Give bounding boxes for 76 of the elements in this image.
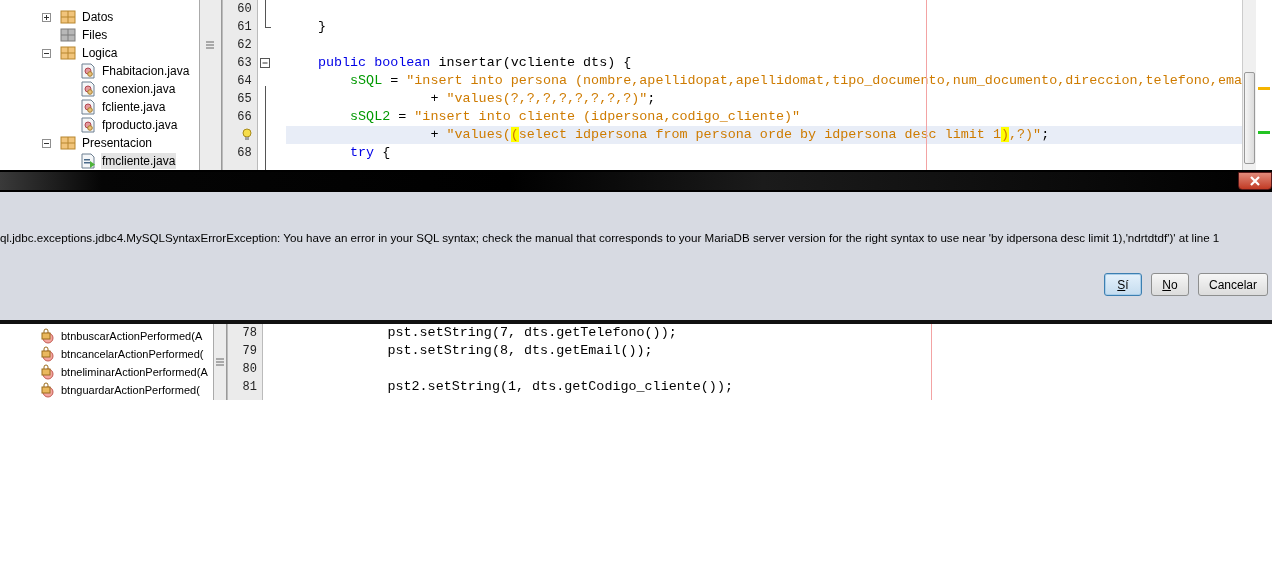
code-text: { (382, 145, 391, 160)
line-number: 81 (242, 380, 257, 394)
navigator-item[interactable]: btnguardarActionPerformed( (60, 383, 201, 397)
code-text: + (429, 127, 440, 142)
code-text: pst.setString(8, dts.getEmail()); (386, 343, 653, 358)
dialog-button[interactable]: Cancelar (1197, 273, 1268, 296)
code-text: = (389, 73, 400, 88)
keyword-text: try (349, 145, 376, 160)
tree-item[interactable]: conexion.java (101, 81, 177, 97)
close-button[interactable] (1238, 172, 1272, 190)
tree-item[interactable]: Fhabitacion.java (101, 63, 191, 79)
code-text: pst2.setString(1, dts.getCodigo_cliente()); (386, 379, 733, 394)
field-text: sSQL2 (349, 109, 391, 124)
tree-item[interactable]: Logica (81, 45, 119, 61)
lock-method-icon (39, 328, 55, 344)
navigator-item[interactable]: btncancelarActionPerformed( (60, 347, 205, 361)
navigator-item[interactable]: btneliminarActionPerformed(A (60, 365, 209, 379)
java-file-icon (80, 117, 96, 133)
error-message: ql.jdbc.exceptions.jdbc4.MySQLSyntaxErrorException: You have an error in your SQL syntax; check the manual that corresponds to your MariaDB server version for the right syntax to use near 'by idpersona desc limit 1),'ndrtdtdf')' at line 1 (0, 231, 1221, 244)
tree-item[interactable]: Datos (81, 9, 115, 25)
code-text: = (397, 109, 408, 124)
line-number: 66 (237, 110, 252, 124)
field-text: sSQL (349, 73, 383, 88)
scrollbar[interactable] (1242, 0, 1256, 170)
line-number: 63 (237, 56, 252, 70)
bracket-match: ( (510, 127, 519, 142)
line-number: 61 (237, 20, 252, 34)
grip-icon[interactable] (206, 41, 215, 49)
line-number: 65 (237, 92, 252, 106)
java-file-icon (80, 81, 96, 97)
line-number: 60 (237, 2, 252, 16)
lock-method-icon (39, 346, 55, 362)
code-text: } (316, 19, 326, 34)
package-icon (60, 135, 76, 151)
keyword-text: public boolean (316, 55, 432, 70)
code-text: pst.setString(7, dts.getTelefono()); (386, 325, 677, 340)
string-text: "insert into persona (nombre,apellidopat,apellidomat,tipo_documento,num_documento,direccion,telefono,ema (406, 73, 1242, 88)
code-text: ; (647, 91, 656, 106)
line-number: 80 (242, 362, 257, 376)
code-text: ; (1041, 127, 1050, 142)
tree-item[interactable]: fcliente.java (101, 99, 167, 115)
lock-method-icon (39, 382, 55, 398)
line-number: 79 (242, 344, 257, 358)
string-text: ,?)" (1009, 127, 1042, 142)
scroll-thumb[interactable] (1244, 72, 1255, 164)
tree-item[interactable]: Presentacion (81, 135, 154, 151)
string-text: "insert into cliente (idpersona,codigo_cliente)" (414, 109, 801, 124)
package-icon (60, 27, 76, 43)
dialog-button[interactable]: Sí (1103, 273, 1142, 296)
expander-icon[interactable] (42, 138, 51, 148)
string-text: "values( (446, 127, 511, 142)
lightbulb-icon[interactable] (241, 128, 252, 142)
package-icon (60, 45, 76, 61)
grip-icon[interactable] (216, 358, 224, 366)
close-icon[interactable] (1250, 176, 1260, 186)
line-number: 68 (237, 146, 252, 160)
tree-item[interactable]: Files (81, 27, 109, 43)
splitter-handle[interactable] (200, 0, 222, 170)
fold-toggle-icon[interactable] (259, 58, 270, 68)
java-file-icon (80, 63, 96, 79)
code-text: + (429, 91, 440, 106)
dialog-button[interactable]: No (1150, 273, 1189, 296)
navigator-item[interactable]: btnbuscarActionPerformed(A (60, 329, 204, 343)
java-file-icon (80, 99, 96, 115)
expander-icon[interactable] (42, 48, 51, 58)
tree-item[interactable]: fproducto.java (101, 117, 179, 133)
string-text: "values(?,?,?,?,?,?,?,?)" (446, 91, 648, 106)
line-number: 78 (242, 326, 257, 340)
line-number: 62 (237, 38, 252, 52)
expander-icon[interactable] (42, 12, 51, 22)
lock-method-icon (39, 364, 55, 380)
line-number: 64 (237, 74, 252, 88)
tree-item[interactable]: fmcliente.java (101, 153, 177, 169)
splitter-handle[interactable] (214, 324, 227, 400)
code-text: insertar(vcliente dts) { (438, 55, 632, 70)
package-icon (60, 9, 76, 25)
